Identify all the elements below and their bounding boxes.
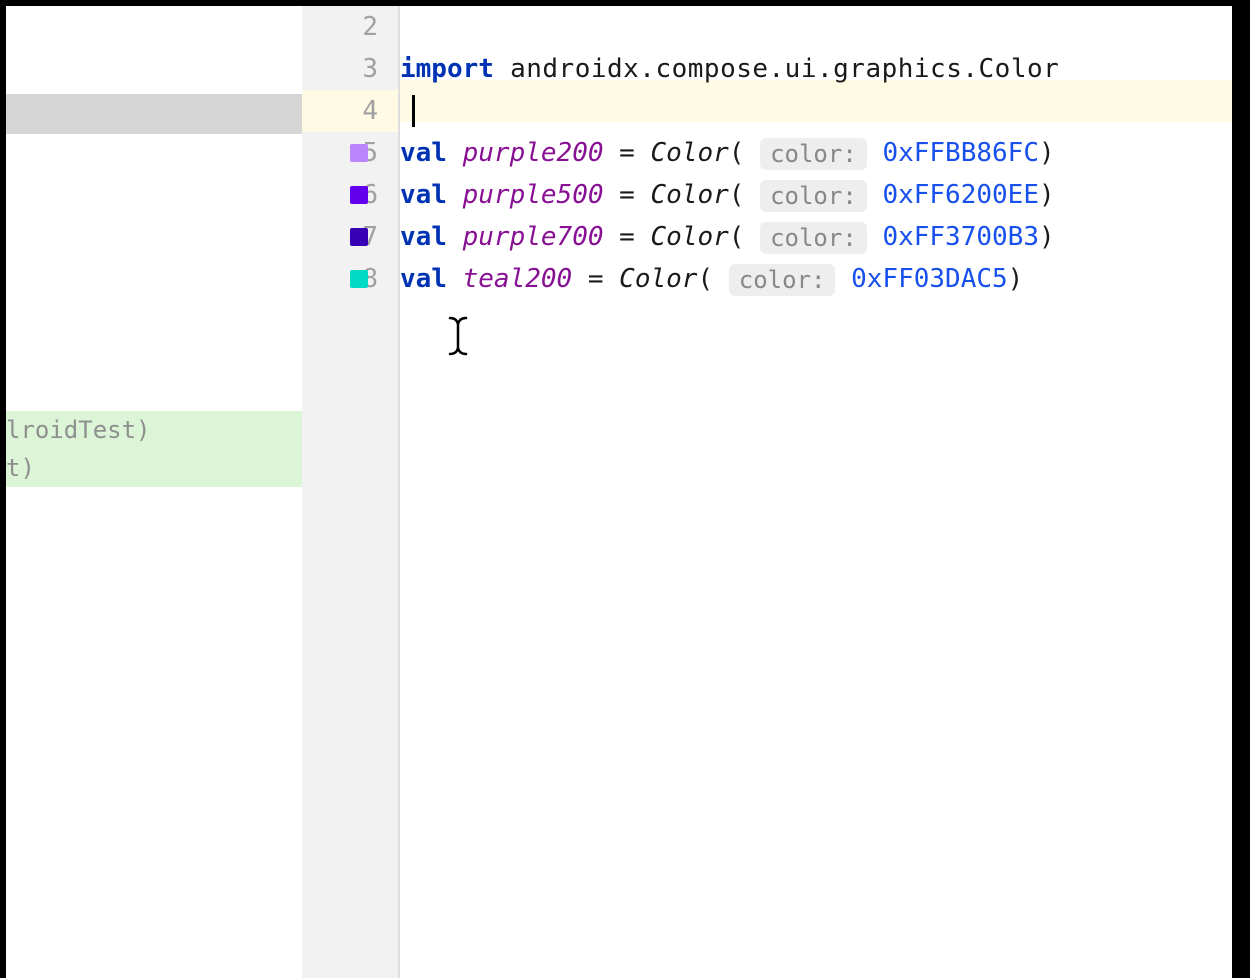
paren-close: )	[1039, 222, 1055, 252]
equals: =	[619, 222, 635, 252]
line-number: 4	[346, 90, 378, 132]
text-cursor-icon	[448, 316, 468, 365]
gutter-line[interactable]: 6	[302, 174, 398, 216]
text-caret	[412, 95, 415, 127]
hex-value: 0xFF3700B3	[882, 222, 1039, 252]
color-call: Color	[650, 138, 728, 168]
gutter-line[interactable]: 2	[302, 6, 398, 48]
code-line-3[interactable]: import androidx.compose.ui.graphics.Colo…	[400, 48, 1250, 90]
paren-open: (	[697, 264, 713, 294]
variable-name: purple500	[463, 180, 604, 210]
code-line-5[interactable]: val purple200 = Color( color: 0xFFBB86FC…	[400, 132, 1250, 174]
param-hint: color:	[760, 138, 867, 170]
gutter-line[interactable]: 5	[302, 132, 398, 174]
keyword-val: val	[400, 264, 447, 294]
variable-name: purple700	[463, 222, 604, 252]
code-line-4[interactable]	[400, 90, 1250, 132]
equals: =	[619, 180, 635, 210]
hex-value: 0xFF03DAC5	[851, 264, 1008, 294]
color-swatch-icon[interactable]	[350, 228, 368, 246]
variable-name: purple200	[463, 138, 604, 168]
gutter-line[interactable]: 4	[302, 90, 398, 132]
hex-value: 0xFFBB86FC	[882, 138, 1039, 168]
side-panel: lroidTest) t)	[0, 6, 302, 978]
line-number: 3	[346, 48, 378, 90]
paren-open: (	[729, 222, 745, 252]
side-panel-text-1: lroidTest)	[6, 411, 302, 449]
keyword-import: import	[400, 54, 494, 84]
color-call: Color	[650, 180, 728, 210]
code-line-8[interactable]: val teal200 = Color( color: 0xFF03DAC5)	[400, 258, 1250, 300]
color-call: Color	[619, 264, 697, 294]
equals: =	[619, 138, 635, 168]
code-editor[interactable]: import androidx.compose.ui.graphics.Colo…	[400, 6, 1250, 978]
color-call: Color	[650, 222, 728, 252]
editor-gutter: 2 3 4 5 6 7 8	[302, 6, 400, 978]
side-panel-test-block[interactable]: lroidTest) t)	[6, 411, 302, 487]
keyword-val: val	[400, 180, 447, 210]
keyword-val: val	[400, 138, 447, 168]
color-swatch-icon[interactable]	[350, 186, 368, 204]
code-line-7[interactable]: val purple700 = Color( color: 0xFF3700B3…	[400, 216, 1250, 258]
keyword-val: val	[400, 222, 447, 252]
hex-value: 0xFF6200EE	[882, 180, 1039, 210]
paren-close: )	[1039, 138, 1055, 168]
side-panel-text-2: t)	[6, 449, 302, 487]
code-line-6[interactable]: val purple500 = Color( color: 0xFF6200EE…	[400, 174, 1250, 216]
paren-open: (	[729, 180, 745, 210]
code-line-2[interactable]	[400, 6, 1250, 48]
param-hint: color:	[729, 264, 836, 296]
line-number: 2	[346, 6, 378, 48]
import-path: androidx.compose.ui.graphics.Color	[494, 54, 1059, 84]
param-hint: color:	[760, 222, 867, 254]
color-swatch-icon[interactable]	[350, 144, 368, 162]
gutter-line[interactable]: 8	[302, 258, 398, 300]
paren-close: )	[1039, 180, 1055, 210]
gutter-line[interactable]: 3	[302, 48, 398, 90]
equals: =	[588, 264, 604, 294]
paren-close: )	[1008, 264, 1024, 294]
param-hint: color:	[760, 180, 867, 212]
variable-name: teal200	[463, 264, 573, 294]
color-swatch-icon[interactable]	[350, 270, 368, 288]
gutter-line[interactable]: 7	[302, 216, 398, 258]
paren-open: (	[729, 138, 745, 168]
side-panel-selection[interactable]	[6, 94, 302, 134]
